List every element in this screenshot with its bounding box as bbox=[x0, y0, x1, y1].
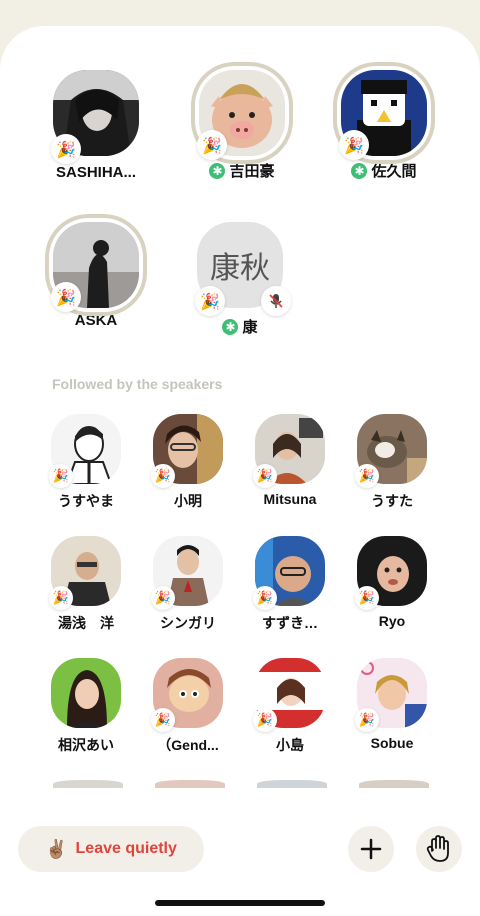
listener-name: 小島 bbox=[276, 737, 304, 753]
party-popper-icon: 🎉 bbox=[51, 134, 81, 164]
listener-name: すずき… bbox=[262, 615, 318, 631]
speaker-name: SASHIHA... bbox=[55, 164, 136, 181]
add-button[interactable] bbox=[348, 826, 394, 872]
listener-name: 小明 bbox=[174, 493, 202, 509]
plus-icon bbox=[360, 838, 382, 860]
party-popper-icon: 🎉 bbox=[339, 130, 369, 160]
muted-mic-icon bbox=[261, 286, 291, 316]
listener-tile[interactable]: 🎉 Ryo bbox=[342, 536, 442, 629]
listener-tile[interactable]: 🎉 うすやま bbox=[36, 414, 136, 511]
listener-tile[interactable]: 相沢あい bbox=[36, 658, 136, 755]
party-popper-icon: 🎉 bbox=[49, 586, 73, 610]
speaker-name: ASKA bbox=[74, 312, 118, 329]
listener-name: Ryo bbox=[378, 613, 406, 629]
party-popper-icon: 🎉 bbox=[197, 130, 227, 160]
moderator-star-icon: ✱ bbox=[209, 162, 226, 179]
speaker-tile[interactable]: 🎉 SASHIHA... bbox=[26, 70, 166, 181]
party-popper-icon: 🎉 bbox=[253, 708, 277, 732]
avatar[interactable] bbox=[51, 658, 121, 728]
party-popper-icon: 🎉 bbox=[49, 464, 73, 488]
listener-tile[interactable]: 🎉 シンガリ bbox=[138, 536, 238, 633]
listener-name: 湯浅 洋 bbox=[58, 615, 114, 631]
leave-quietly-button[interactable]: ✌🏽 Leave quietly bbox=[18, 826, 204, 872]
listener-tile[interactable]: 🎉 Mitsuna bbox=[240, 414, 340, 507]
listener-tile[interactable]: 🎉 小島 bbox=[240, 658, 340, 755]
listener-name: 相沢あい bbox=[58, 737, 114, 753]
listener-name: Mitsuna bbox=[263, 491, 317, 507]
listener-tile[interactable]: 🎉 小明 bbox=[138, 414, 238, 511]
bottom-bar: ✌🏽 Leave quietly bbox=[0, 788, 480, 916]
party-popper-icon: 🎉 bbox=[355, 708, 379, 732]
leave-quietly-label: Leave quietly bbox=[75, 840, 177, 857]
listener-tile[interactable]: 🎉 すずき… bbox=[240, 536, 340, 633]
speaker-tile[interactable]: 🎉 ASKA bbox=[26, 218, 166, 329]
room-sheet: 🎉 SASHIHA... 🎉 ✱ 吉田豪 🎉 ✱ 佐久間 🎉 ASKA 康秋 🎉… bbox=[0, 26, 480, 916]
moderator-star-icon: ✱ bbox=[222, 318, 239, 335]
listener-name: うすた bbox=[371, 493, 413, 509]
speaker-tile[interactable]: 康秋 🎉 ✱ 康 bbox=[170, 222, 310, 337]
party-popper-icon: 🎉 bbox=[195, 286, 225, 316]
listener-tile[interactable]: 🎉 （Gend... bbox=[138, 658, 238, 755]
moderator-star-icon: ✱ bbox=[351, 162, 368, 179]
party-popper-icon: 🎉 bbox=[151, 464, 175, 488]
listener-name: （Gend... bbox=[157, 737, 219, 753]
raise-hand-button[interactable] bbox=[416, 826, 462, 872]
peace-hand-icon: ✌🏽 bbox=[45, 838, 68, 859]
listener-tile[interactable]: 🎉 Sobue bbox=[342, 658, 442, 751]
followed-by-speakers-label: Followed by the speakers bbox=[52, 376, 223, 392]
listener-name: シンガリ bbox=[160, 615, 216, 631]
raise-hand-icon bbox=[426, 835, 449, 862]
listener-name: Sobue bbox=[370, 735, 414, 751]
party-popper-icon: 🎉 bbox=[355, 464, 379, 488]
home-indicator bbox=[155, 900, 325, 906]
listener-tile[interactable]: 🎉 湯浅 洋 bbox=[36, 536, 136, 633]
speaker-name: ✱ 佐久間 bbox=[314, 160, 454, 181]
speaker-tile[interactable]: 🎉 ✱ 佐久間 bbox=[314, 66, 454, 181]
speaker-tile[interactable]: 🎉 ✱ 吉田豪 bbox=[172, 66, 312, 181]
party-popper-icon: 🎉 bbox=[151, 708, 175, 732]
speaker-name: ✱ 康 bbox=[170, 316, 310, 337]
party-popper-icon: 🎉 bbox=[253, 586, 277, 610]
party-popper-icon: 🎉 bbox=[253, 464, 277, 488]
speaker-name: ✱ 吉田豪 bbox=[172, 160, 312, 181]
party-popper-icon: 🎉 bbox=[151, 586, 175, 610]
listener-tile[interactable]: 🎉 うすた bbox=[342, 414, 442, 511]
party-popper-icon: 🎉 bbox=[51, 282, 81, 312]
listener-name: うすやま bbox=[58, 493, 114, 509]
party-popper-icon: 🎉 bbox=[355, 586, 379, 610]
